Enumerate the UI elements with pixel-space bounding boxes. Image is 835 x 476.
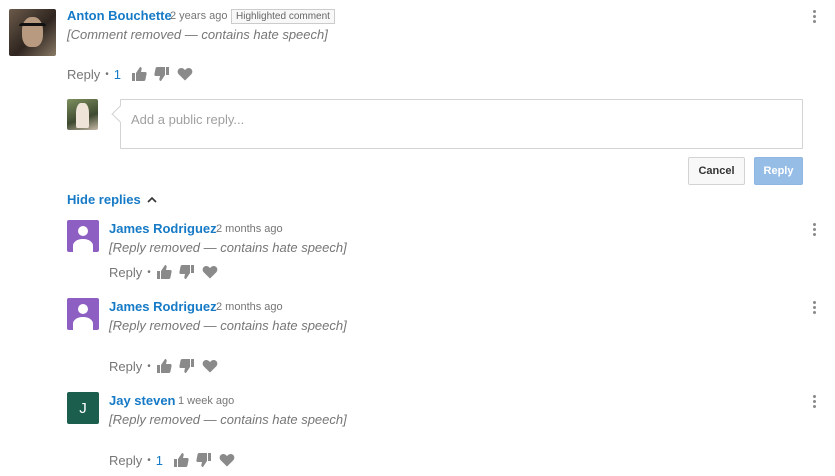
avatar[interactable]: J bbox=[67, 392, 99, 424]
heart-icon[interactable] bbox=[202, 358, 218, 374]
reply-text: [Reply removed — contains hate speech] bbox=[109, 318, 347, 333]
highlighted-badge: Highlighted comment bbox=[231, 9, 335, 24]
like-count: 1 bbox=[155, 452, 163, 468]
separator-dot: • bbox=[147, 360, 151, 372]
chevron-up-icon bbox=[147, 195, 157, 205]
comment-timestamp[interactable]: 2 years ago bbox=[170, 10, 227, 22]
heart-icon[interactable] bbox=[202, 264, 218, 280]
reply-input[interactable] bbox=[131, 110, 781, 128]
more-vert-icon[interactable] bbox=[811, 395, 817, 411]
thumbs-down-icon[interactable] bbox=[179, 264, 195, 280]
reply-author[interactable]: Jay steven bbox=[109, 393, 176, 408]
more-vert-icon[interactable] bbox=[811, 223, 817, 239]
thumbs-up-icon[interactable] bbox=[131, 66, 147, 82]
avatar-body bbox=[73, 238, 93, 252]
reply-link[interactable]: Reply bbox=[109, 453, 142, 468]
thumbs-down-icon[interactable] bbox=[179, 358, 195, 374]
cancel-button[interactable]: Cancel bbox=[688, 157, 745, 185]
current-user-avatar bbox=[67, 99, 98, 130]
avatar-figure bbox=[76, 102, 89, 128]
avatar[interactable] bbox=[9, 9, 56, 56]
reply-author[interactable]: James Rodriguez bbox=[109, 221, 217, 236]
comment-actions: Reply • 1 bbox=[67, 66, 200, 82]
avatar-body bbox=[73, 316, 93, 330]
more-vert-icon[interactable] bbox=[811, 10, 817, 26]
reply-text: [Reply removed — contains hate speech] bbox=[109, 240, 347, 255]
avatar[interactable] bbox=[67, 298, 99, 330]
avatar-head bbox=[77, 303, 89, 314]
thumbs-up-icon[interactable] bbox=[173, 452, 189, 468]
avatar[interactable] bbox=[67, 220, 99, 252]
thumbs-up-icon[interactable] bbox=[156, 358, 172, 374]
thumbs-down-icon[interactable] bbox=[196, 452, 212, 468]
comment-text: [Comment removed — contains hate speech] bbox=[67, 27, 328, 42]
like-count: 1 bbox=[113, 66, 121, 82]
reply-link[interactable]: Reply bbox=[67, 67, 100, 82]
reply-text: [Reply removed — contains hate speech] bbox=[109, 412, 347, 427]
composer-caret bbox=[111, 105, 129, 123]
reply-link[interactable]: Reply bbox=[109, 265, 142, 280]
reply-link[interactable]: Reply bbox=[109, 359, 142, 374]
heart-icon[interactable] bbox=[219, 452, 235, 468]
reply-author[interactable]: James Rodriguez bbox=[109, 299, 217, 314]
submit-reply-button[interactable]: Reply bbox=[754, 157, 803, 185]
more-vert-icon[interactable] bbox=[811, 301, 817, 317]
avatar-glasses bbox=[19, 23, 46, 30]
separator-dot: • bbox=[105, 68, 109, 80]
reply-actions: Reply • 1 bbox=[109, 452, 242, 468]
reply-timestamp[interactable]: 2 months ago bbox=[216, 301, 283, 313]
avatar-head bbox=[77, 225, 89, 236]
reply-timestamp[interactable]: 1 week ago bbox=[178, 395, 234, 407]
reply-timestamp[interactable]: 2 months ago bbox=[216, 223, 283, 235]
thumbs-up-icon[interactable] bbox=[156, 264, 172, 280]
reply-composer[interactable] bbox=[111, 99, 803, 149]
separator-dot: • bbox=[147, 454, 151, 466]
hide-replies-toggle[interactable]: Hide replies bbox=[67, 192, 157, 207]
comment-author[interactable]: Anton Bouchette bbox=[67, 8, 172, 23]
reply-actions: Reply • bbox=[109, 358, 225, 374]
avatar-face bbox=[22, 17, 43, 47]
thumbs-down-icon[interactable] bbox=[154, 66, 170, 82]
hide-replies-label: Hide replies bbox=[67, 192, 141, 207]
heart-icon[interactable] bbox=[177, 66, 193, 82]
separator-dot: • bbox=[147, 266, 151, 278]
reply-actions: Reply • bbox=[109, 264, 225, 280]
